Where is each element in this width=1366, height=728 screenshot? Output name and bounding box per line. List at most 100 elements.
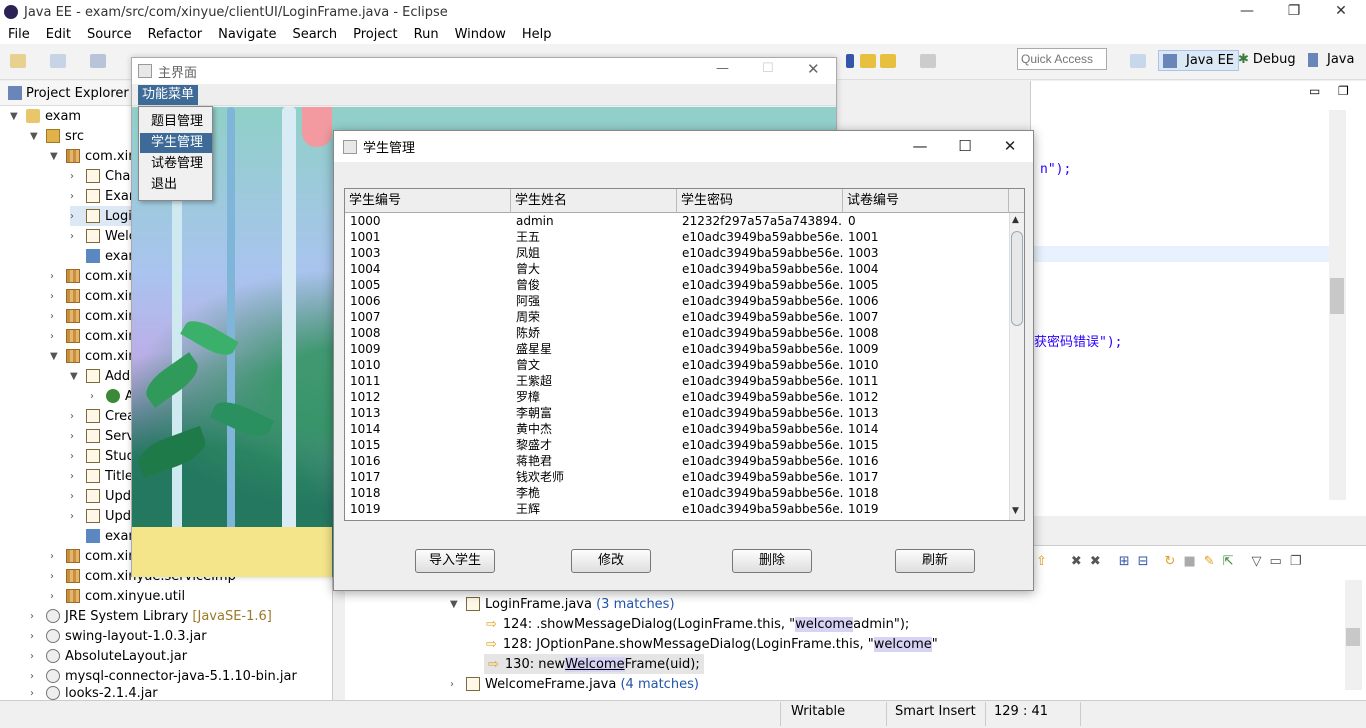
table-row[interactable]: 1003 凤姐 e10adc3949ba59abbe56e... 1003 (345, 245, 1009, 261)
menu-item-exit[interactable]: 退出 (140, 175, 212, 195)
forward-icon[interactable] (920, 54, 936, 68)
function-menu[interactable]: 功能菜单 (138, 85, 199, 105)
menu-item-paper-manage[interactable]: 试卷管理 (140, 154, 212, 174)
table-row[interactable]: 1016 蒋艳君 e10adc3949ba59abbe56e... 1016 (345, 453, 1009, 469)
code-editor[interactable] (1030, 81, 1366, 516)
remove-all-icon[interactable]: ✖ (1090, 554, 1101, 569)
panel-minimize-icon[interactable]: ▭ (1270, 554, 1282, 569)
menu-help[interactable]: Help (522, 27, 552, 42)
tree-item[interactable]: › JRE System Library [JavaSE-1.6] (30, 606, 272, 626)
table-row[interactable]: 1019 王辉 e10adc3949ba59abbe56e... 1019 (345, 501, 1009, 517)
main-frame-close-icon[interactable]: ✕ (807, 60, 820, 78)
refresh-button[interactable]: 刷新 (895, 549, 975, 573)
table-row[interactable]: 1004 曾大 e10adc3949ba59abbe56e... 1004 (345, 261, 1009, 277)
dialog-close-icon[interactable]: ✕ (998, 135, 1022, 157)
tree-item[interactable]: › Logi (70, 206, 132, 226)
menu-item-question-manage[interactable]: 题目管理 (140, 112, 212, 132)
table-row[interactable]: 1011 王紫超 e10adc3949ba59abbe56e... 1011 (345, 373, 1009, 389)
column-header-student-name[interactable]: 学生姓名 (511, 189, 677, 213)
tree-item[interactable]: ▼ Add (70, 366, 130, 386)
dialog-maximize-icon[interactable]: ☐ (953, 135, 977, 157)
tree-item[interactable]: › com.xin (50, 286, 136, 306)
save-icon[interactable] (90, 54, 106, 68)
editor-scrollbar[interactable] (1329, 110, 1346, 500)
collapse-all-icon[interactable]: ⊟ (1138, 554, 1149, 569)
table-row[interactable]: 1009 盛星星 e10adc3949ba59abbe56e... 1009 (345, 341, 1009, 357)
perspective-java[interactable]: Java (1304, 50, 1358, 69)
prev-edit-icon[interactable] (880, 54, 896, 68)
tree-item[interactable]: › com.xin (50, 266, 136, 286)
search-history-icon[interactable]: ✎ (1204, 554, 1215, 569)
refresh-search-icon[interactable]: ↻ (1165, 554, 1176, 569)
column-header-student-id[interactable]: 学生编号 (345, 189, 511, 213)
tree-item[interactable]: › com.xinyue.util (50, 586, 185, 606)
table-row[interactable]: 1014 黄中杰 e10adc3949ba59abbe56e... 1014 (345, 421, 1009, 437)
tree-item[interactable]: › com.xin (50, 306, 136, 326)
cancel-search-icon[interactable]: ■ (1183, 554, 1195, 569)
editor-minimize-icon[interactable]: ▭ (1309, 84, 1320, 98)
scroll-down-icon[interactable]: ▼ (1012, 506, 1019, 516)
tree-item[interactable]: › A (90, 386, 134, 406)
minimize-icon[interactable]: — (1224, 0, 1270, 24)
table-row[interactable]: 1006 阿强 e10adc3949ba59abbe56e... 1006 (345, 293, 1009, 309)
search-match-row[interactable]: ⇨ 124: .showMessageDialog(LoginFrame.this… (486, 614, 909, 634)
table-row[interactable]: 1012 罗樟 e10adc3949ba59abbe56e... 1012 (345, 389, 1009, 405)
search-match-row[interactable]: ⇨ 128: JOptionPane.showMessageDialog(Logi… (486, 634, 938, 654)
table-scrollbar[interactable]: ▲ ▼ (1009, 213, 1024, 520)
table-row[interactable]: 1001 王五 e10adc3949ba59abbe56e... 1001 (345, 229, 1009, 245)
menu-source[interactable]: Source (87, 27, 132, 42)
tree-item[interactable]: › swing-layout-1.0.3.jar (30, 626, 207, 646)
menu-edit[interactable]: Edit (46, 27, 71, 42)
tree-item[interactable]: › Stud (70, 446, 135, 466)
menu-navigate[interactable]: Navigate (218, 27, 276, 42)
table-row[interactable]: 1015 黎盛才 e10adc3949ba59abbe56e... 1015 (345, 437, 1009, 453)
scroll-up-icon[interactable]: ▲ (1012, 215, 1019, 225)
search-scroll-thumb[interactable] (1346, 628, 1360, 646)
edit-button[interactable]: 修改 (571, 549, 651, 573)
table-row[interactable]: 1008 陈娇 e10adc3949ba59abbe56e... 1008 (345, 325, 1009, 341)
close-icon[interactable]: ✕ (1318, 0, 1364, 24)
tree-item[interactable]: › com.xin (50, 326, 136, 346)
open-perspective-icon[interactable] (1130, 54, 1146, 68)
table-row[interactable]: 1000 admin 21232f297a57a5a743894... 0 (345, 213, 1009, 229)
menu-refactor[interactable]: Refactor (148, 27, 203, 42)
main-frame-maximize-icon[interactable]: ☐ (762, 61, 774, 76)
dropdown-icon[interactable] (846, 54, 854, 68)
view-menu-icon[interactable]: ▽ (1252, 554, 1262, 569)
menu-item-student-manage[interactable]: 学生管理 (140, 133, 212, 153)
tree-item[interactable]: ▼ src (30, 126, 84, 146)
up-arrow-icon[interactable]: ⇧ (1036, 554, 1047, 569)
table-row[interactable]: 1013 李朝富 e10adc3949ba59abbe56e... 1013 (345, 405, 1009, 421)
tree-item[interactable]: › com.xin (50, 546, 136, 566)
table-row[interactable]: 1007 周荣 e10adc3949ba59abbe56e... 1007 (345, 309, 1009, 325)
tree-item[interactable]: exan (70, 246, 137, 266)
tree-item[interactable]: › Upd (70, 486, 131, 506)
main-frame-minimize-icon[interactable]: — (716, 61, 729, 76)
search-file-row[interactable]: ▼ LoginFrame.java (3 matches) (450, 594, 675, 614)
quick-access-input[interactable] (1017, 48, 1107, 70)
tree-item[interactable]: › Title (70, 466, 133, 486)
remove-match-icon[interactable]: ✖ (1071, 554, 1082, 569)
perspective-java-ee[interactable]: Java EE (1158, 50, 1240, 71)
table-row[interactable]: 1010 曾文 e10adc3949ba59abbe56e... 1010 (345, 357, 1009, 373)
tree-item[interactable]: ▼ exam (10, 106, 81, 126)
table-row[interactable]: 1005 曾俊 e10adc3949ba59abbe56e... 1005 (345, 277, 1009, 293)
menu-project[interactable]: Project (353, 27, 397, 42)
search-file-row[interactable]: › WelcomeFrame.java (4 matches) (450, 674, 699, 694)
back-icon[interactable] (860, 54, 876, 68)
tree-item[interactable]: › Welc (70, 226, 136, 246)
open-icon[interactable] (50, 54, 66, 68)
tree-item[interactable]: ▼ com.xin (50, 146, 136, 166)
dialog-minimize-icon[interactable]: — (908, 135, 932, 157)
tree-item[interactable]: › looks-2.1.4.jar (30, 686, 158, 700)
panel-maximize-icon[interactable]: ❐ (1290, 554, 1302, 569)
tree-item[interactable]: › Char (70, 166, 136, 186)
search-match-row[interactable]: ⇨ 130: new Welcome Frame(uid); (484, 654, 704, 674)
tree-item[interactable]: › Upd (70, 506, 131, 526)
import-students-button[interactable]: 导入学生 (415, 549, 495, 573)
restore-icon[interactable]: ❐ (1271, 0, 1317, 24)
menu-window[interactable]: Window (455, 27, 506, 42)
table-row[interactable]: 1018 李桅 e10adc3949ba59abbe56e... 1018 (345, 485, 1009, 501)
menu-run[interactable]: Run (414, 27, 439, 42)
tree-item[interactable]: exan (70, 526, 137, 546)
